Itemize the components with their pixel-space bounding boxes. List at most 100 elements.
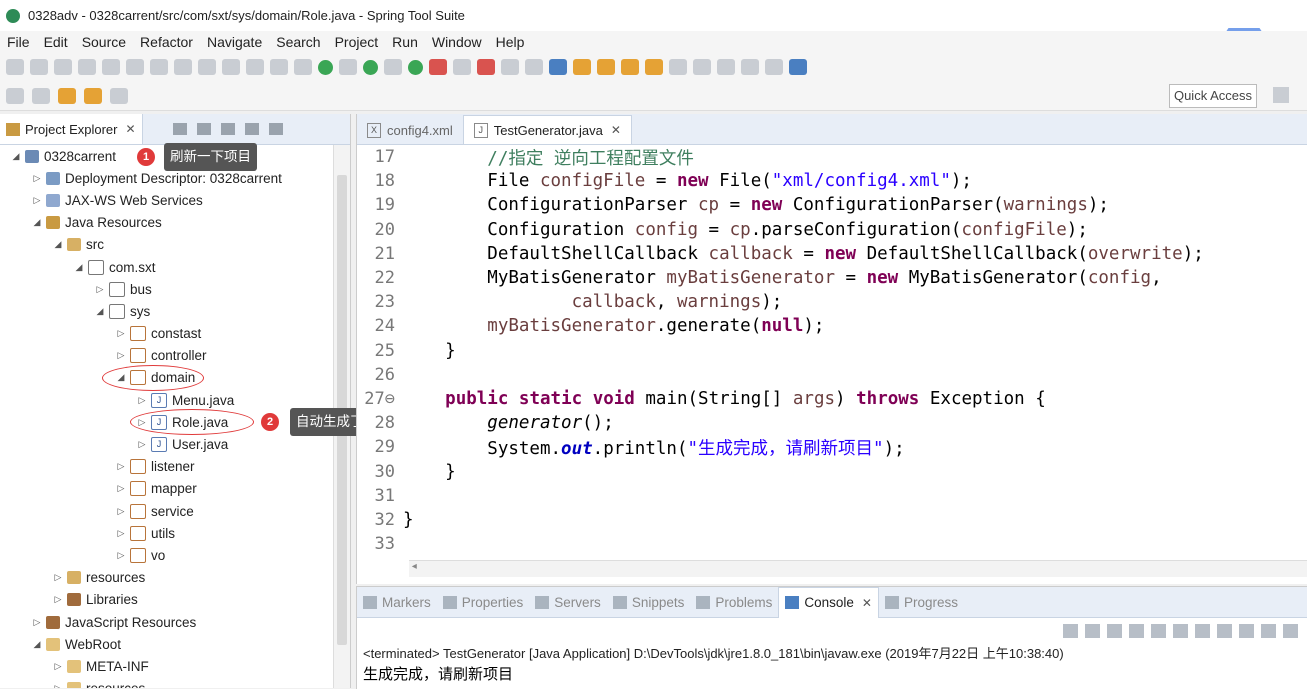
external-tools-icon[interactable] [477, 59, 495, 75]
menu-refactor[interactable]: Refactor [133, 34, 200, 50]
last-edit-icon[interactable] [58, 87, 76, 104]
menu-source[interactable]: Source [75, 34, 133, 50]
whitespace-icon[interactable] [717, 59, 735, 75]
step-return-icon[interactable] [294, 59, 312, 75]
remove-all-icon[interactable] [1129, 624, 1144, 638]
code-line[interactable]: 28 generator(); [357, 411, 1307, 435]
pin-icon[interactable] [669, 59, 687, 75]
code-line[interactable]: 32} [357, 508, 1307, 532]
remove-launch-icon[interactable] [1107, 624, 1122, 638]
new-package-icon[interactable] [525, 59, 543, 75]
tab-servers[interactable]: Servers [529, 587, 607, 617]
tab-config4-xml[interactable]: X config4.xml [357, 116, 463, 144]
new-java-project-icon[interactable] [501, 59, 519, 75]
tree-item[interactable]: ▷ J Menu.java [0, 389, 333, 411]
tree-item[interactable]: ▷ mapper [0, 478, 333, 500]
code-line[interactable]: 29 System.out.println("生成完成，请刷新项目"); [357, 435, 1307, 459]
tree-item[interactable]: ▷ JAX-WS Web Services [0, 189, 333, 211]
close-icon[interactable]: ✕ [862, 596, 872, 610]
code-line[interactable]: 33 [357, 532, 1307, 556]
tree-item[interactable]: ◢ src [0, 234, 333, 256]
expand-down-icon[interactable]: ◢ [52, 239, 64, 250]
debug-icon[interactable] [384, 59, 402, 75]
tree-item[interactable]: ▷ J User.java [0, 433, 333, 455]
save-all-icon[interactable] [54, 59, 72, 75]
tree-item[interactable]: ▷ bus [0, 278, 333, 300]
code-area[interactable]: 17 //指定 逆向工程配置文件 18 File configFile = new… [357, 145, 1307, 565]
pin-console-icon[interactable] [1261, 624, 1276, 638]
new-icon[interactable] [6, 59, 24, 75]
expand-right-icon[interactable]: ▷ [115, 550, 127, 561]
tree-item[interactable]: ▷ listener [0, 456, 333, 478]
tree-item[interactable]: ◢ com.sxt [0, 256, 333, 278]
tab-console[interactable]: Console ✕ [778, 586, 879, 618]
menu-file[interactable]: File [0, 34, 37, 50]
expand-right-icon[interactable]: ▷ [52, 572, 64, 583]
quick-access-input[interactable]: Quick Access [1168, 84, 1257, 108]
tree-item[interactable]: ▷ Libraries [0, 589, 333, 611]
expand-down-icon[interactable]: ◢ [31, 639, 43, 650]
tab-problems[interactable]: Problems [690, 587, 778, 617]
tree-item[interactable]: ▷ resources [0, 678, 333, 688]
word-wrap-icon[interactable] [1195, 624, 1210, 638]
tree-item[interactable]: ▷ resources [0, 567, 333, 589]
expand-right-icon[interactable]: ▷ [136, 395, 148, 406]
disconnect-icon[interactable] [222, 59, 240, 75]
show-stdout-icon[interactable] [1217, 624, 1232, 638]
show-stderr-icon[interactable] [1239, 624, 1254, 638]
expand-right-icon[interactable]: ▷ [115, 506, 127, 517]
clear-console-icon[interactable] [1151, 624, 1166, 638]
code-line[interactable]: 19 ConfigurationParser cp = new Configur… [357, 193, 1307, 217]
expand-right-icon[interactable]: ▷ [52, 594, 64, 605]
previous-annotation-icon[interactable] [32, 87, 50, 104]
expand-right-icon[interactable]: ▷ [115, 328, 127, 339]
next-annotation-icon[interactable] [6, 87, 24, 104]
highlight-icon[interactable] [693, 59, 711, 75]
tab-project-explorer[interactable]: Project Explorer ✕ [0, 114, 143, 144]
profile-icon[interactable] [78, 59, 96, 75]
server-view-icon[interactable] [339, 59, 357, 75]
resume-icon[interactable] [150, 59, 168, 75]
code-line[interactable]: 27⊖ public static void main(String[] arg… [357, 387, 1307, 411]
expand-down-icon[interactable]: ◢ [73, 262, 85, 273]
expand-right-icon[interactable]: ▷ [52, 683, 64, 688]
collapse-all-icon[interactable] [172, 123, 187, 135]
tree-item[interactable]: ▷ JavaScript Resources [0, 611, 333, 633]
maximize-icon[interactable] [268, 123, 283, 135]
tab-properties[interactable]: Properties [437, 587, 530, 617]
expand-down-icon[interactable]: ◢ [10, 151, 22, 162]
tree-item[interactable]: ▷ service [0, 500, 333, 522]
view-menu-icon[interactable] [220, 123, 235, 135]
new-class-icon[interactable] [549, 59, 567, 75]
tree-item[interactable]: ◢ sys [0, 300, 333, 322]
tab-snippets[interactable]: Snippets [607, 587, 691, 617]
code-line[interactable]: 21 DefaultShellCallback callback = new D… [357, 242, 1307, 266]
expand-right-icon[interactable]: ▷ [94, 284, 106, 295]
server-start-icon[interactable] [318, 59, 333, 75]
search-icon[interactable] [621, 59, 639, 75]
menu-edit[interactable]: Edit [37, 34, 75, 50]
stop-icon[interactable] [453, 59, 471, 75]
expand-right-icon[interactable]: ▷ [31, 195, 43, 206]
menu-project[interactable]: Project [328, 34, 386, 50]
tree-item[interactable]: ▷ vo [0, 544, 333, 566]
code-line[interactable]: 25 } [357, 339, 1307, 363]
tab-testgenerator-java[interactable]: J TestGenerator.java ✕ [462, 115, 632, 144]
skip-breakpoints-icon[interactable] [126, 59, 144, 75]
minimize-icon[interactable] [244, 123, 259, 135]
editor-horizontal-scrollbar[interactable]: ◂ [409, 560, 1307, 577]
menu-window[interactable]: Window [425, 34, 489, 50]
terminate-icon[interactable] [198, 59, 216, 75]
menu-search[interactable]: Search [269, 34, 327, 50]
tree-item[interactable]: ◢ WebRoot [0, 633, 333, 655]
tree-item[interactable]: ▷ META-INF [0, 655, 333, 677]
suspend-icon[interactable] [174, 59, 192, 75]
code-line[interactable]: 22 MyBatisGenerator myBatisGenerator = n… [357, 266, 1307, 290]
relaunch-icon[interactable] [1063, 624, 1078, 638]
close-icon[interactable]: ✕ [125, 122, 135, 136]
code-line[interactable]: 24 myBatisGenerator.generate(null); [357, 314, 1307, 338]
paragraph-icon[interactable] [765, 59, 783, 75]
refresh-server-icon[interactable] [363, 59, 378, 75]
code-line[interactable]: 20 Configuration config = cp.parseConfig… [357, 218, 1307, 242]
scroll-lock-icon[interactable] [1173, 624, 1188, 638]
